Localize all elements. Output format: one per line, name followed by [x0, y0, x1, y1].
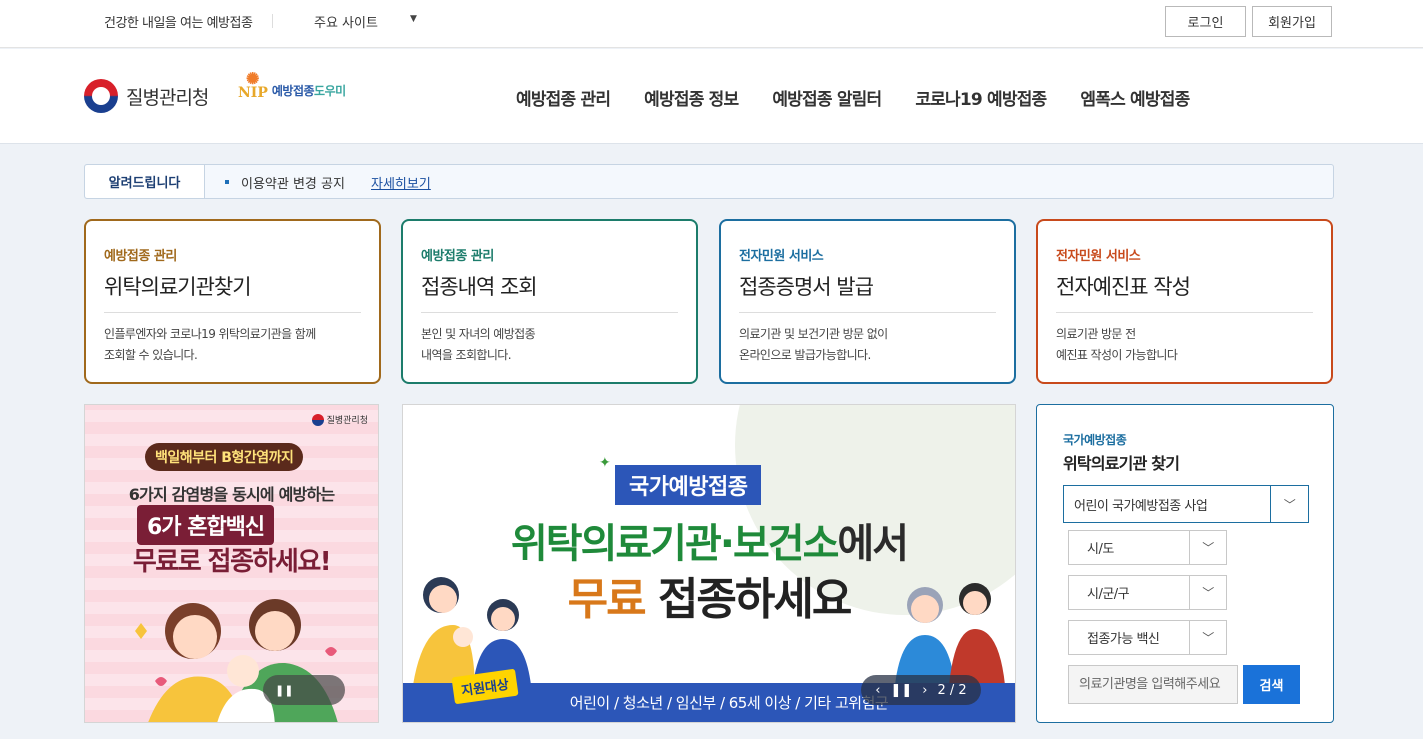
card-description: 인플루엔자와 코로나19 위탁의료기관을 함께 조회할 수 있습니다. [104, 327, 316, 362]
card-category: 예방접종 관리 [421, 249, 494, 264]
banner-headline: 위탁의료기관·보건소에서 [510, 521, 909, 567]
nip-logo[interactable]: NIP 예방접종도우미 [238, 69, 346, 101]
notice-text[interactable]: 이용약관 변경 공지 [241, 173, 345, 192]
banner-headline: 무료로 접종하세요! [132, 547, 332, 577]
taegeuk-emblem-icon [84, 79, 118, 113]
divider [272, 14, 273, 28]
search-button[interactable]: 검색 [1243, 665, 1300, 704]
chevron-down-icon[interactable]: ﹀ [1189, 576, 1226, 609]
people-illustration-right [895, 583, 1005, 685]
divider [739, 312, 996, 313]
banner-pill: 백일해부터 B형간염까지 [145, 443, 304, 471]
pause-icon[interactable]: ❚❚ [891, 683, 913, 698]
clinic-name-input[interactable] [1068, 665, 1238, 704]
sigungu-select[interactable]: 시/군/구 ﹀ [1068, 575, 1227, 610]
clinic-search-panel: 국가예방접종 위탁의료기관 찾기 어린이 국가예방접종 사업 ﹀ 시/도 ﹀ 시… [1036, 404, 1334, 723]
divider [1056, 312, 1313, 313]
nip-logo-text: 예방접종도우미 [271, 83, 346, 98]
next-icon[interactable]: › [922, 683, 927, 698]
major-sites-dropdown[interactable]: 주요 사이트 [314, 12, 378, 31]
banner-tag: 국가예방접종 [615, 465, 762, 505]
card-title: 접종내역 조회 [421, 275, 538, 299]
kdca-small-logo: 질병관리청 [311, 413, 368, 426]
star-icon: ✦ [599, 455, 611, 471]
card-vaccination-certificate[interactable]: 전자민원 서비스 접종증명서 발급 의료기관 및 보건기관 방문 없이 온라인으… [719, 219, 1016, 384]
bullet-icon [225, 180, 229, 184]
header: 질병관리청 NIP 예방접종도우미 예방접종 관리 예방접종 정보 예방접종 알… [0, 49, 1423, 144]
utility-bar: 건강한 내일을 여는 예방접종 주요 사이트 ▼ 로그인 회원가입 [0, 0, 1423, 48]
banner-line: 6가지 감염병을 동시에 예방하는 [128, 485, 335, 504]
caret-down-icon[interactable]: ▼ [410, 14, 417, 24]
panel-title: 위탁의료기관 찾기 [1063, 454, 1180, 473]
slider-controls: ‹ ❚❚ › 2 / 2 [861, 675, 981, 705]
slide-counter: 2 / 2 [937, 682, 967, 698]
hexavalent-vaccine-banner[interactable]: 질병관리청 백일해부터 B형간염까지 6가지 감염병을 동시에 예방하는 6가 … [84, 404, 379, 723]
login-button[interactable]: 로그인 [1165, 6, 1246, 37]
divider [104, 312, 361, 313]
card-category: 전자민원 서비스 [1056, 249, 1141, 264]
nav-vaccination-management[interactable]: 예방접종 관리 [516, 85, 611, 110]
chevron-down-icon[interactable]: ﹀ [1189, 621, 1226, 654]
divider [421, 312, 678, 313]
kdca-name: 질병관리청 [126, 86, 209, 109]
notice-detail-link[interactable]: 자세히보기 [371, 173, 431, 192]
card-description: 의료기관 및 보건기관 방문 없이 온라인으로 발급가능합니다. [739, 327, 888, 362]
kdca-logo[interactable]: 질병관리청 [84, 79, 209, 113]
people-illustration-left [413, 577, 531, 685]
site-slogan: 건강한 내일을 여는 예방접종 [104, 16, 253, 31]
nav-mpox-vaccination[interactable]: 엠폭스 예방접종 [1080, 85, 1190, 110]
pause-icon: ❚❚ [275, 683, 294, 697]
program-select[interactable]: 어린이 국가예방접종 사업 ﹀ [1063, 485, 1309, 523]
notice-title: 알려드립니다 [85, 165, 205, 198]
chevron-down-icon[interactable]: ﹀ [1189, 531, 1226, 564]
taegeuk-emblem-icon [311, 413, 324, 426]
card-find-clinic[interactable]: 예방접종 관리 위탁의료기관찾기 인플루엔자와 코로나19 위탁의료기관을 함께… [84, 219, 381, 384]
sido-select[interactable]: 시/도 ﹀ [1068, 530, 1227, 565]
national-vaccination-banner[interactable]: ✦ 국가예방접종 위탁의료기관·보건소에서 무료 접종하세요 어린이 / 청소년… [402, 404, 1016, 723]
nav-vaccination-info[interactable]: 예방접종 정보 [644, 85, 739, 110]
nav-vaccination-notice[interactable]: 예방접종 알림터 [772, 85, 882, 110]
notice-bar: 알려드립니다 이용약관 변경 공지 자세히보기 [84, 164, 1334, 199]
card-category: 전자민원 서비스 [739, 249, 824, 264]
card-e-questionnaire[interactable]: 전자민원 서비스 전자예진표 작성 의료기관 방문 전 예진표 작성이 가능합니… [1036, 219, 1333, 384]
prev-icon[interactable]: ‹ [875, 683, 880, 698]
card-title: 위탁의료기관찾기 [104, 275, 252, 299]
card-description: 본인 및 자녀의 예방접종 내역을 조회합니다. [421, 327, 536, 362]
chevron-down-icon[interactable]: ﹀ [1270, 486, 1308, 522]
nav-covid19-vaccination[interactable]: 코로나19 예방접종 [915, 85, 1047, 110]
card-title: 접종증명서 발급 [739, 275, 874, 299]
panel-subtitle: 국가예방접종 [1063, 433, 1127, 447]
banner-highlight: 6가 혼합백신 [137, 505, 275, 545]
nip-sun-icon: NIP [238, 69, 268, 101]
signup-button[interactable]: 회원가입 [1252, 6, 1332, 37]
vaccine-select[interactable]: 접종가능 백신 ﹀ [1068, 620, 1227, 655]
card-description: 의료기관 방문 전 예진표 작성이 가능합니다 [1056, 327, 1178, 362]
card-title: 전자예진표 작성 [1056, 275, 1191, 299]
main-nav: 예방접종 관리 예방접종 정보 예방접종 알림터 코로나19 예방접종 엠폭스 … [516, 85, 1223, 110]
pause-button[interactable]: ❚❚ [263, 675, 345, 705]
card-category: 예방접종 관리 [104, 249, 177, 264]
card-vaccination-history[interactable]: 예방접종 관리 접종내역 조회 본인 및 자녀의 예방접종 내역을 조회합니다. [401, 219, 698, 384]
